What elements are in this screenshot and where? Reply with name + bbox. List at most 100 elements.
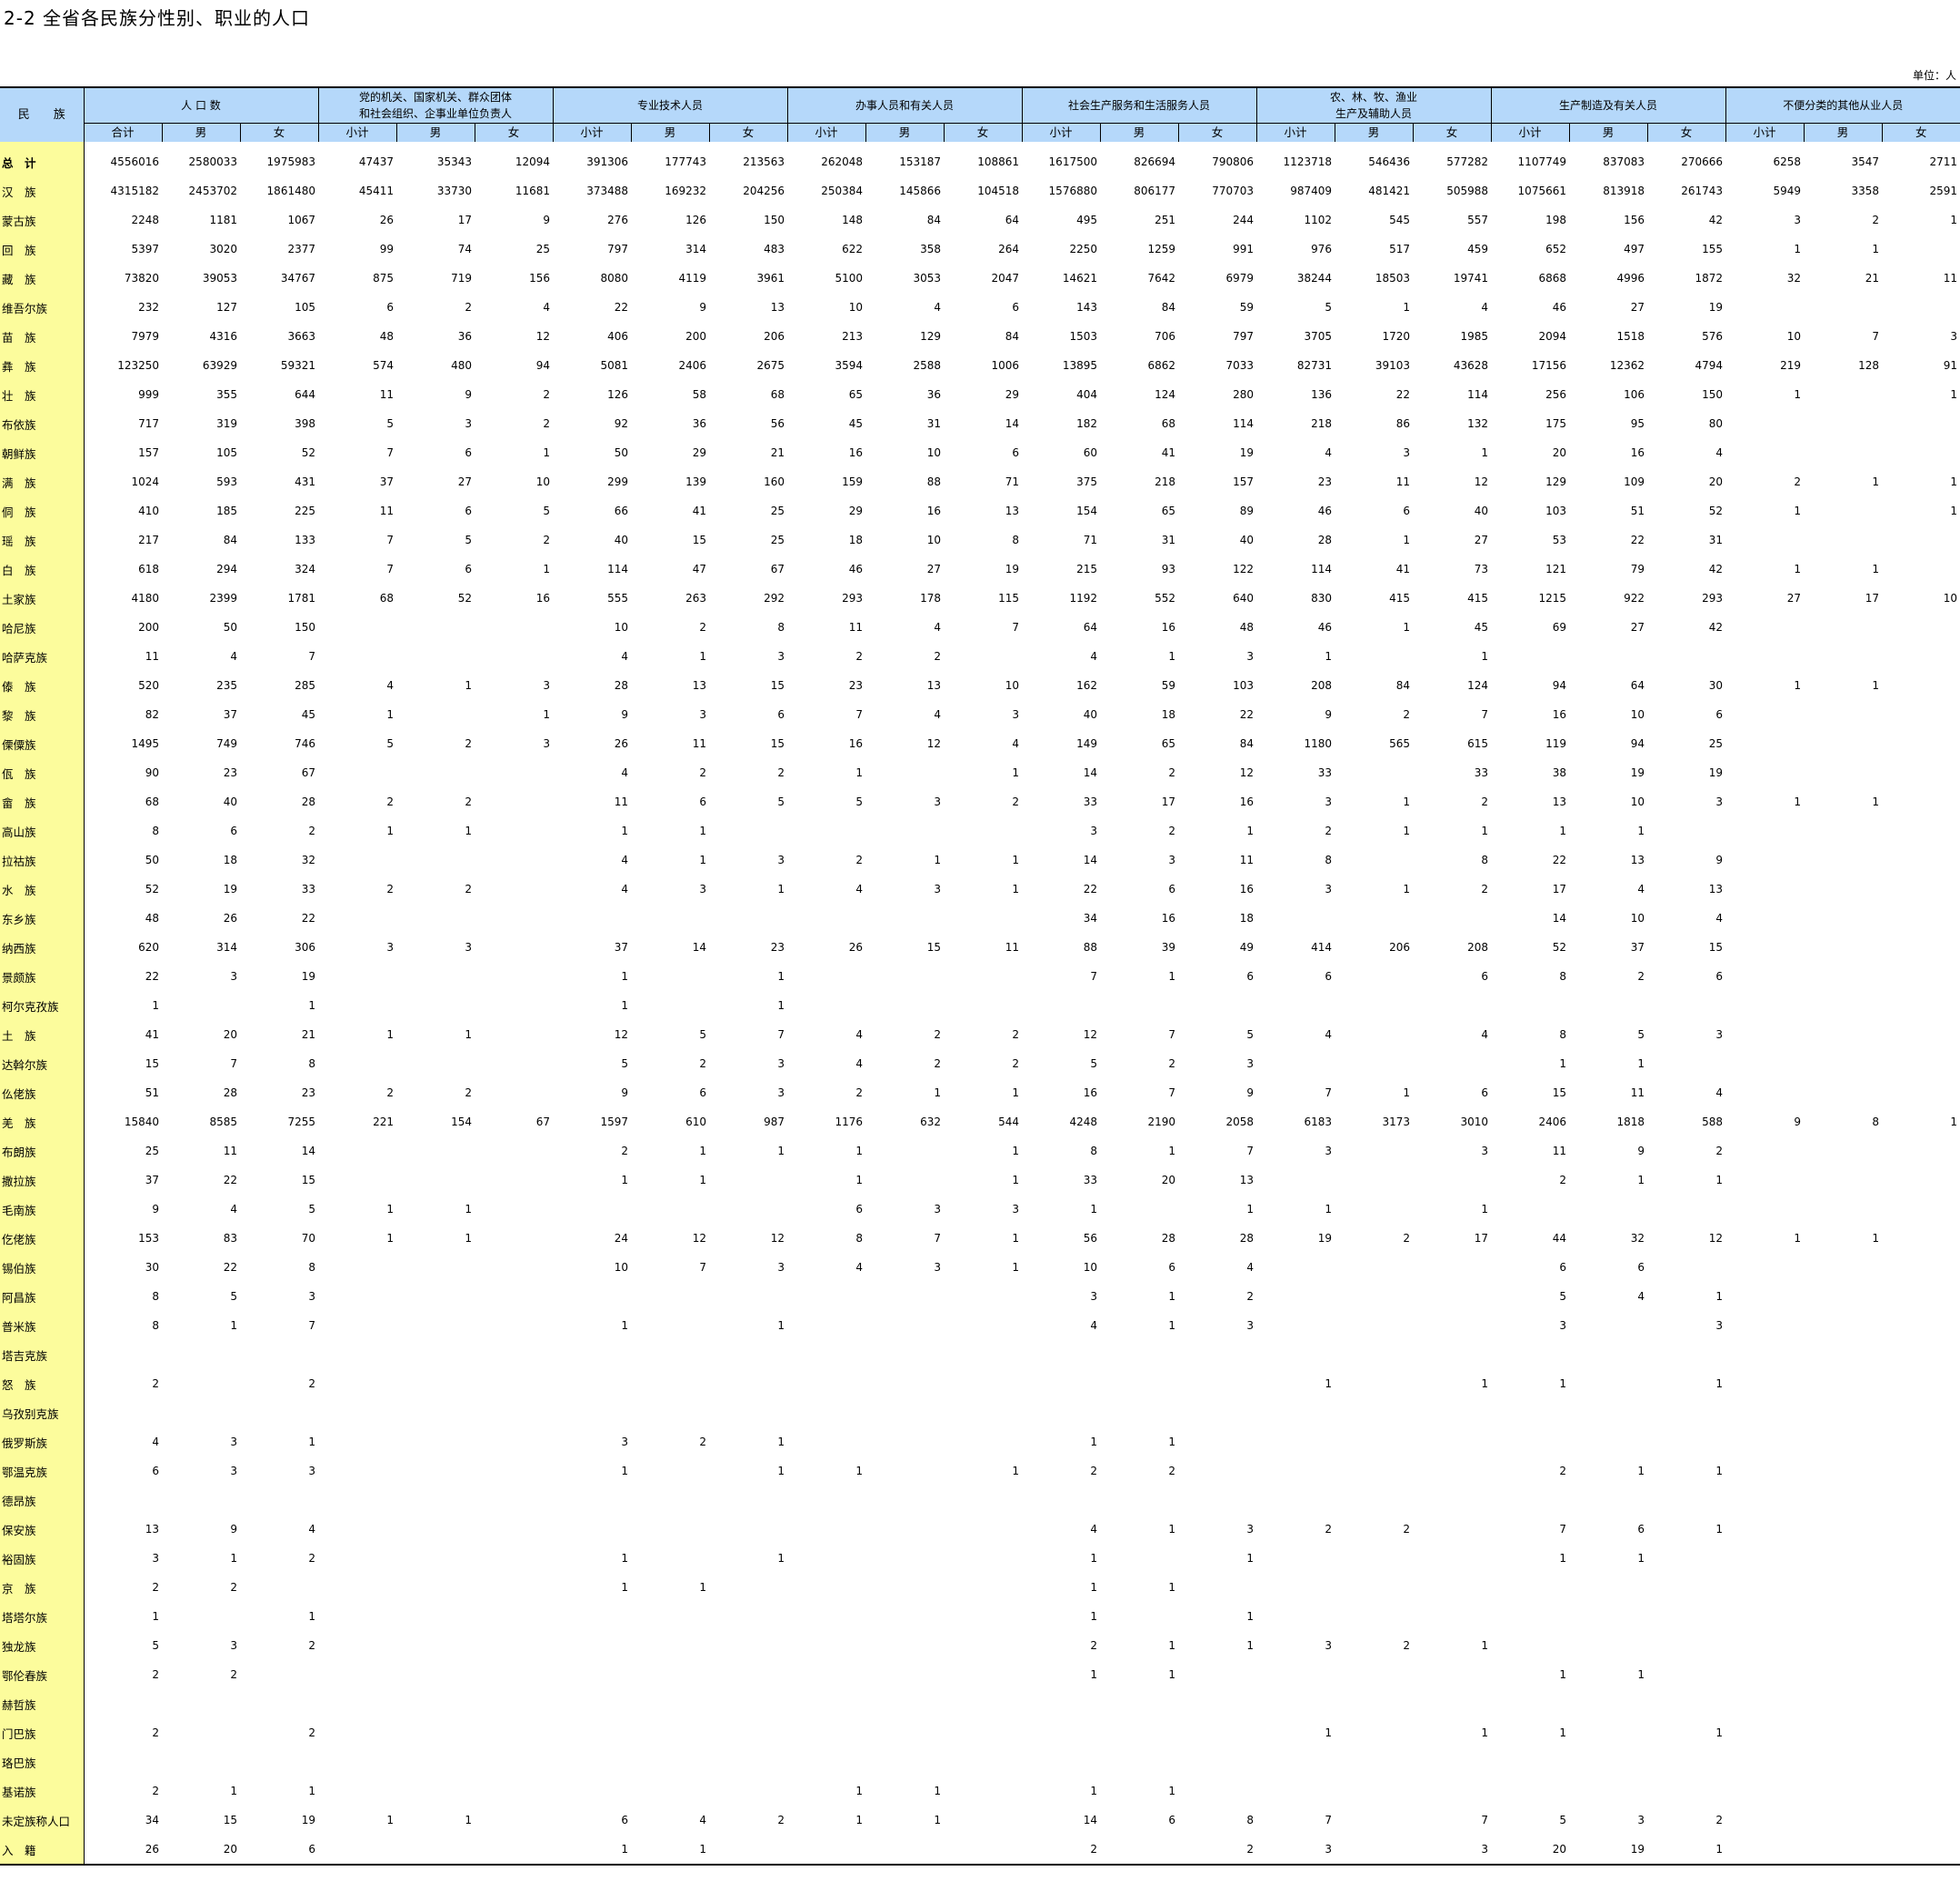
table-cell: 2: [1794, 475, 1801, 488]
table-cell: [396, 962, 475, 991]
sub-header: 小计: [1490, 123, 1569, 142]
row-label: 塔吉克族: [0, 1340, 85, 1369]
table-cell: 5: [465, 534, 472, 546]
sub-header: 小计: [552, 123, 631, 142]
table-cell: 11: [1943, 272, 1957, 285]
table-cell: 1: [1794, 243, 1801, 255]
table-cell: [1100, 1398, 1178, 1427]
table-cell: [944, 962, 1022, 991]
table-cell: 2: [777, 1814, 785, 1826]
row-label: 裕固族: [0, 1544, 85, 1573]
table-cell: 16: [1552, 708, 1566, 721]
table-cell: [553, 1660, 631, 1689]
table-cell: [1804, 1806, 1882, 1835]
table-cell: 105: [216, 446, 237, 459]
table-cell: 1: [621, 970, 628, 983]
row-label: 傈僳族: [0, 729, 85, 758]
table-cell: 2406: [678, 359, 706, 372]
table-cell: [1882, 933, 1960, 962]
table-cell: [1725, 1689, 1804, 1718]
table-cell: 10: [1630, 795, 1645, 808]
table-cell: [1882, 904, 1960, 933]
table-cell: [1804, 380, 1882, 409]
row-label: 德昂族: [0, 1486, 85, 1515]
table-cell: [475, 758, 553, 787]
table-cell: 2: [855, 650, 863, 663]
table-cell: 4: [621, 650, 628, 663]
table-cell: [1882, 1049, 1960, 1078]
table-cell: [1022, 1747, 1100, 1776]
table-cell: [1804, 1835, 1882, 1866]
table-cell: 31: [926, 417, 941, 430]
table-cell: [1647, 1631, 1725, 1660]
table-cell: [1804, 758, 1882, 787]
table-cell: 6: [1168, 1261, 1175, 1274]
table-cell: 33: [301, 883, 315, 895]
table-cell: [631, 962, 709, 991]
table-cell: 40: [223, 795, 237, 808]
table-cell: 13: [692, 679, 706, 692]
table-cell: [631, 1515, 709, 1544]
table-cell: [475, 875, 553, 904]
table-cell: 16: [1630, 446, 1645, 459]
table-cell: 1107749: [1517, 155, 1566, 168]
table-cell: 1503: [1069, 330, 1097, 343]
table-cell: [84, 1398, 162, 1427]
table-cell: 19: [1708, 766, 1723, 779]
table-cell: 3: [777, 854, 785, 866]
table-cell: 797: [607, 243, 628, 255]
table-cell: [1256, 1427, 1335, 1456]
row-label: 黎 族: [0, 700, 85, 729]
table-cell: [787, 1340, 865, 1369]
table-cell: 1: [699, 1581, 706, 1594]
table-cell: [1256, 1340, 1335, 1369]
table-cell: 875: [373, 272, 394, 285]
table-cell: 415: [1467, 592, 1488, 605]
table-cell: [1335, 991, 1413, 1020]
table-cell: 555: [607, 592, 628, 605]
table-cell: [1022, 1689, 1100, 1718]
table-cell: [1804, 729, 1882, 758]
table-cell: 178: [920, 592, 941, 605]
table-cell: 577282: [1446, 155, 1488, 168]
table-cell: [1725, 962, 1804, 991]
table-cell: [1647, 642, 1725, 671]
table-cell: [1882, 1369, 1960, 1398]
table-cell: 7642: [1147, 272, 1175, 285]
row-label: 蒙古族: [0, 205, 85, 235]
table-cell: 1: [1481, 1203, 1488, 1216]
table-cell: [1804, 816, 1882, 845]
table-cell: 2: [1403, 1232, 1410, 1245]
table-cell: [944, 642, 1022, 671]
table-cell: 1: [699, 1145, 706, 1157]
table-row: 普米族 8 1 7 1 1 4 1 3 3 3: [0, 1311, 1960, 1340]
table-cell: 306: [295, 941, 315, 954]
table-cell: 5: [699, 1028, 706, 1041]
sub-header: 女: [239, 123, 318, 142]
table-cell: [1804, 1166, 1882, 1195]
table-cell: 11: [692, 737, 706, 750]
table-cell: [1256, 904, 1335, 933]
table-cell: [396, 1689, 475, 1718]
table-cell: 5: [308, 1203, 315, 1216]
group-header-7: 不便分类的其他从业人员: [1725, 86, 1960, 124]
table-cell: 12: [1083, 1028, 1097, 1041]
table-cell: 18: [848, 534, 863, 546]
row-label: 京 族: [0, 1573, 85, 1602]
table-cell: 103: [1233, 679, 1254, 692]
table-cell: 373488: [586, 185, 628, 197]
table-cell: 218: [1155, 475, 1175, 488]
table-cell: 28: [301, 795, 315, 808]
table-cell: [1725, 1311, 1804, 1340]
table-cell: 1781: [287, 592, 315, 605]
table-cell: [475, 1427, 553, 1456]
table-cell: 160: [764, 475, 785, 488]
table-cell: [1335, 642, 1413, 671]
row-label: 回 族: [0, 235, 85, 264]
table-cell: 1: [934, 854, 941, 866]
table-cell: [865, 1486, 944, 1515]
table-cell: 94: [535, 359, 550, 372]
table-cell: [1569, 1369, 1647, 1398]
table-cell: [1725, 1020, 1804, 1049]
table-cell: [944, 1718, 1022, 1747]
